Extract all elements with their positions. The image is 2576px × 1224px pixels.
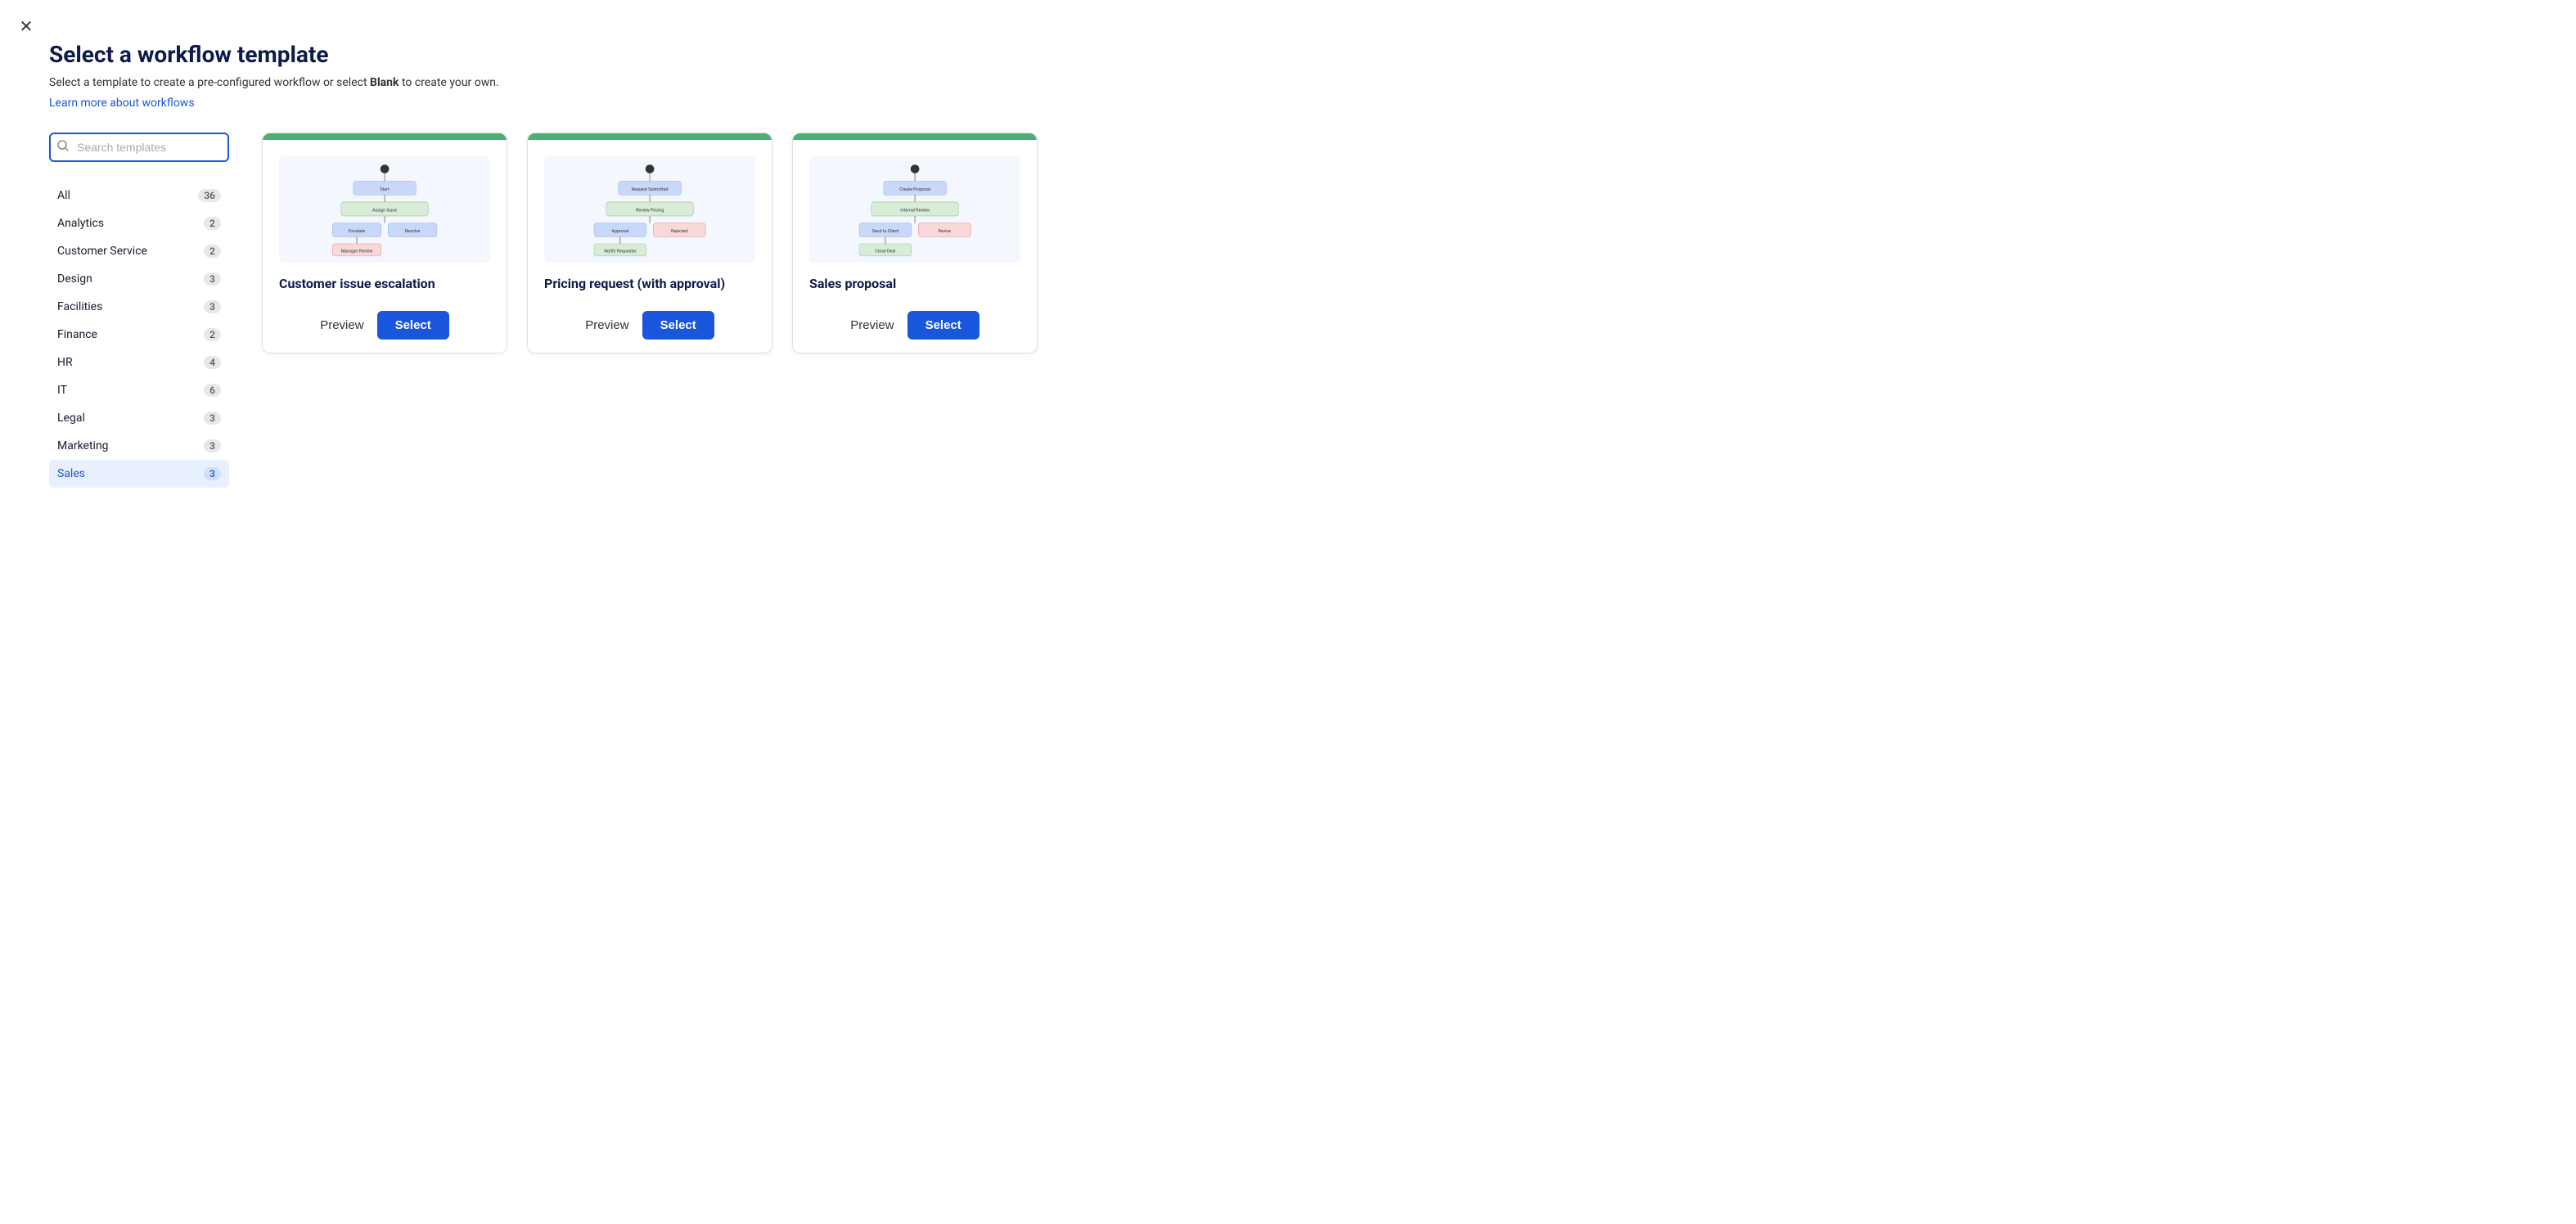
sidebar: All 36 Analytics 2 Customer Service 2 De… bbox=[49, 133, 229, 488]
category-label: HR bbox=[57, 356, 73, 369]
preview-button[interactable]: Preview bbox=[320, 318, 363, 332]
templates-grid: Start Assign Issue Escalate Resolve Mana… bbox=[262, 133, 1239, 488]
sidebar-item-marketing[interactable]: Marketing 3 bbox=[49, 432, 229, 460]
subtitle-start: Select a template to create a pre-config… bbox=[49, 76, 370, 89]
svg-text:Approval: Approval bbox=[611, 229, 628, 234]
category-label: Design bbox=[57, 272, 92, 286]
sidebar-item-all[interactable]: All 36 bbox=[49, 182, 229, 209]
category-label: All bbox=[57, 189, 70, 202]
category-badge: 3 bbox=[204, 467, 221, 480]
svg-text:Rejected: Rejected bbox=[671, 229, 687, 234]
select-button[interactable]: Select bbox=[642, 311, 714, 340]
sidebar-item-hr[interactable]: HR 4 bbox=[49, 349, 229, 376]
category-badge: 3 bbox=[204, 412, 221, 425]
category-label: Analytics bbox=[57, 217, 104, 230]
svg-text:Manager Review: Manager Review bbox=[341, 249, 373, 254]
main-layout: All 36 Analytics 2 Customer Service 2 De… bbox=[49, 133, 1239, 488]
sidebar-item-it[interactable]: IT 6 bbox=[49, 376, 229, 404]
card-header-bar bbox=[528, 133, 772, 140]
template-preview-image: Create Proposal Internal Review Send to … bbox=[809, 156, 1020, 263]
template-card-customer-issue-escalation: Start Assign Issue Escalate Resolve Mana… bbox=[262, 133, 507, 353]
category-badge: 36 bbox=[198, 189, 221, 202]
sidebar-item-sales[interactable]: Sales 3 bbox=[49, 460, 229, 488]
svg-text:Revise: Revise bbox=[938, 229, 951, 234]
svg-text:Escalate: Escalate bbox=[349, 229, 365, 234]
template-preview-image: Start Assign Issue Escalate Resolve Mana… bbox=[279, 156, 490, 263]
sidebar-item-customer-service[interactable]: Customer Service 2 bbox=[49, 237, 229, 265]
template-actions: Preview Select bbox=[279, 308, 490, 340]
template-name: Customer issue escalation bbox=[279, 276, 490, 291]
template-name: Sales proposal bbox=[809, 276, 1020, 291]
svg-text:Create Proposal: Create Proposal bbox=[899, 187, 930, 192]
card-header-bar bbox=[793, 133, 1037, 140]
sidebar-item-legal[interactable]: Legal 3 bbox=[49, 404, 229, 432]
template-actions: Preview Select bbox=[544, 308, 755, 340]
card-body: Create Proposal Internal Review Send to … bbox=[793, 140, 1037, 353]
search-icon bbox=[57, 140, 69, 155]
svg-text:Notify Requester: Notify Requester bbox=[604, 248, 637, 254]
template-card-sales-proposal: Create Proposal Internal Review Send to … bbox=[792, 133, 1038, 353]
sidebar-item-analytics[interactable]: Analytics 2 bbox=[49, 209, 229, 237]
category-badge: 4 bbox=[204, 356, 221, 369]
svg-text:Request Submitted: Request Submitted bbox=[632, 187, 669, 192]
template-preview-image: Request Submitted Review Pricing Approva… bbox=[544, 156, 755, 263]
category-label: Customer Service bbox=[57, 245, 147, 258]
sidebar-item-design[interactable]: Design 3 bbox=[49, 265, 229, 293]
category-list: All 36 Analytics 2 Customer Service 2 De… bbox=[49, 182, 229, 488]
category-badge: 2 bbox=[204, 245, 221, 258]
card-body: Start Assign Issue Escalate Resolve Mana… bbox=[263, 140, 507, 353]
template-name: Pricing request (with approval) bbox=[544, 276, 755, 291]
svg-text:Assign Issue: Assign Issue bbox=[372, 208, 397, 213]
template-actions: Preview Select bbox=[809, 308, 1020, 340]
category-badge: 3 bbox=[204, 272, 221, 286]
select-button[interactable]: Select bbox=[907, 311, 980, 340]
page-title: Select a workflow template bbox=[49, 41, 1239, 68]
template-card-pricing-request: Request Submitted Review Pricing Approva… bbox=[527, 133, 772, 353]
svg-text:Close Deal: Close Deal bbox=[875, 249, 895, 254]
svg-text:Internal Review: Internal Review bbox=[900, 208, 930, 213]
close-button[interactable]: ✕ bbox=[15, 15, 38, 38]
preview-button[interactable]: Preview bbox=[850, 318, 894, 332]
svg-text:Review Pricing: Review Pricing bbox=[636, 208, 664, 213]
sidebar-item-finance[interactable]: Finance 2 bbox=[49, 321, 229, 349]
category-label: Marketing bbox=[57, 439, 109, 452]
select-button[interactable]: Select bbox=[377, 311, 449, 340]
svg-text:Resolve: Resolve bbox=[405, 229, 421, 234]
search-input[interactable] bbox=[49, 133, 229, 162]
category-badge: 3 bbox=[204, 300, 221, 313]
subtitle-bold: Blank bbox=[370, 76, 399, 89]
category-label: Sales bbox=[57, 467, 85, 480]
category-label: Finance bbox=[57, 328, 97, 341]
category-badge: 6 bbox=[204, 384, 221, 397]
category-label: Facilities bbox=[57, 300, 102, 313]
category-badge: 2 bbox=[204, 328, 221, 341]
svg-text:Send to Client: Send to Client bbox=[871, 229, 898, 234]
learn-more-link[interactable]: Learn more about workflows bbox=[49, 97, 195, 110]
category-label: IT bbox=[57, 384, 67, 397]
sidebar-item-facilities[interactable]: Facilities 3 bbox=[49, 293, 229, 321]
page-subtitle: Select a template to create a pre-config… bbox=[49, 76, 1239, 89]
card-header-bar bbox=[263, 133, 507, 140]
svg-text:Start: Start bbox=[380, 187, 390, 192]
category-label: Legal bbox=[57, 412, 85, 425]
category-badge: 2 bbox=[204, 217, 221, 230]
page-container: Select a workflow template Select a temp… bbox=[0, 0, 1288, 520]
category-badge: 3 bbox=[204, 439, 221, 452]
preview-button[interactable]: Preview bbox=[585, 318, 628, 332]
card-body: Request Submitted Review Pricing Approva… bbox=[528, 140, 772, 353]
subtitle-end: to create your own. bbox=[399, 76, 498, 89]
search-wrapper bbox=[49, 133, 229, 162]
